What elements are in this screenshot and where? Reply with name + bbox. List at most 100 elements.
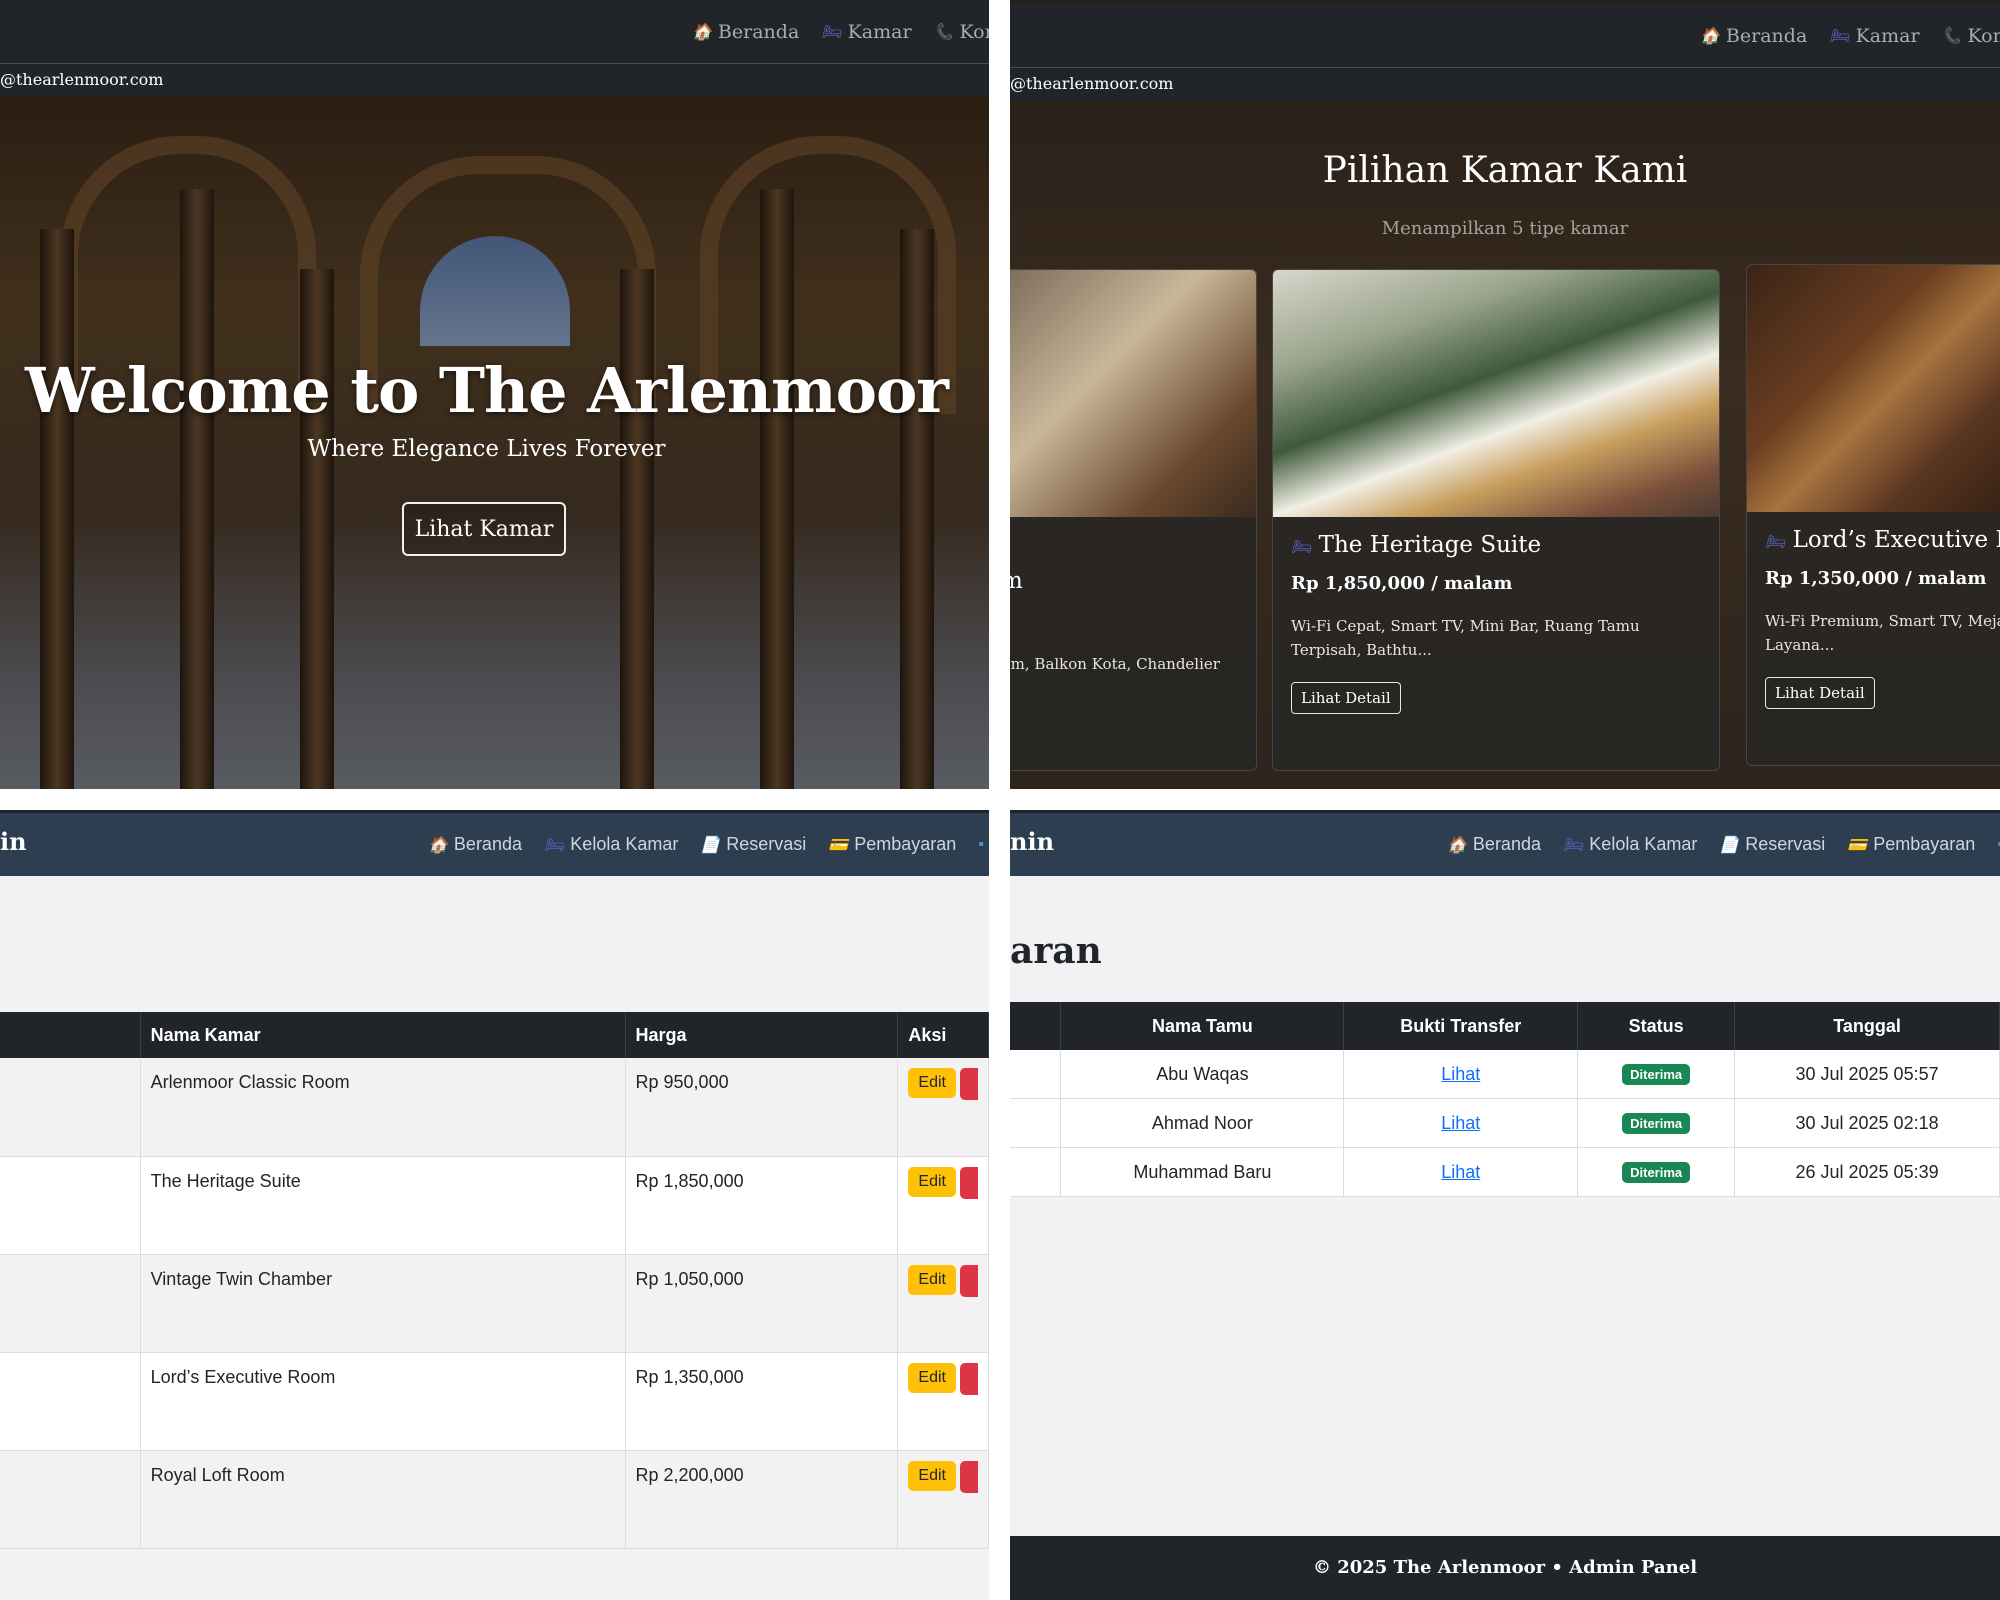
nav-beranda-link[interactable]: 🏠 Beranda (692, 21, 799, 43)
table-cell (0, 1254, 141, 1353)
admin-navbar: nin 🏠 Beranda 🛏 Kelola Kamar 📄 Reservasi 💳 P… (1010, 810, 2000, 876)
room-name-cell: Royal Loft Room (140, 1450, 626, 1549)
view-proof-link[interactable]: Lihat (1441, 1162, 1480, 1182)
nav-beranda-link[interactable]: 🏠 Beranda (1447, 834, 1541, 855)
room-name: 🛏 The Heritage Suite (1291, 532, 1541, 558)
edit-button[interactable]: Edit (908, 1166, 956, 1197)
table-header-row: Nama Tamu Bukti Transfer Status Tanggal (1010, 1002, 2000, 1050)
edit-button[interactable]: Edit (908, 1460, 956, 1491)
room-photo (1747, 265, 2000, 512)
hero-subtitle: Where Elegance Lives Forever (307, 436, 666, 462)
guest-name-cell: Abu Waqas (1060, 1050, 1345, 1099)
date-cell: 26 Jul 2025 05:39 (1734, 1147, 2000, 1197)
date-cell: 30 Jul 2025 02:18 (1734, 1098, 2000, 1148)
hero-title: Welcome to The Arlenmoor (25, 354, 949, 427)
phone-icon: 📞 (933, 22, 954, 41)
actions-cell: Edit (897, 1156, 989, 1255)
hero-page-panel: 🏠Beranda 🛏Kamar 📞Konta @thearlenmoor.com… (0, 0, 989, 789)
edit-button[interactable]: Edit (908, 1068, 956, 1098)
nav-kontak-link[interactable]: 📞Kontak (1942, 25, 2000, 47)
column-header: Aksi (897, 1012, 989, 1058)
actions-cell: Edit (897, 1450, 989, 1549)
edit-button[interactable]: Edit (908, 1362, 956, 1393)
table-header-row: Nama Kamar Harga Aksi (0, 1012, 989, 1058)
overflow-icon: ▪ (978, 835, 984, 853)
table-row: Arlenmoor Classic Room Rp 950,000 Edit (0, 1058, 989, 1157)
table-row: Lord’s Executive Room Rp 1,350,000 Edit (0, 1352, 989, 1451)
delete-button[interactable] (959, 1264, 978, 1297)
nav-kamar-link[interactable]: 🛏 Kamar (1829, 25, 1919, 47)
room-photo (1010, 270, 1256, 517)
room-name-cell: Lord’s Executive Room (140, 1352, 626, 1451)
view-proof-link[interactable]: Lihat (1441, 1113, 1480, 1133)
room-name-cell: The Heritage Suite (140, 1156, 626, 1255)
delete-button[interactable] (959, 1166, 978, 1199)
edit-button[interactable]: Edit (908, 1264, 956, 1295)
guest-name-cell: Muhammad Baru (1060, 1147, 1345, 1197)
actions-cell: Edit (897, 1058, 989, 1157)
table-cell (1010, 1050, 1062, 1099)
proof-cell: Lihat (1343, 1050, 1579, 1099)
table-cell (0, 1352, 141, 1451)
guest-name-cell: Ahmad Noor (1060, 1098, 1345, 1148)
rooms-page-panel: 🏠Beranda 🛏Kamar 📞Kontak @thearlenmoor.co… (1010, 0, 2000, 789)
room-name: m (1010, 568, 1023, 594)
room-card: 🛏 Lord’s Executive Ro Rp 1,350,000 / mal… (1746, 264, 2000, 766)
proof-cell: Lihat (1343, 1147, 1579, 1197)
nav-pembayaran-link[interactable]: 💳 Pembayaran (1847, 834, 1975, 855)
rooms-title: Pilihan Kamar Kami (1322, 150, 1688, 191)
admin-navbar: in 🏠 Beranda 🛏 Kelola Kamar 📄 Reservasi 💳 Pe… (0, 810, 989, 876)
nav-kelola-kamar-link[interactable]: 🛏 Kelola Kamar (1563, 834, 1697, 855)
table-cell (1010, 1098, 1062, 1148)
memo-icon: 📄 (700, 836, 721, 854)
nav-reservasi-link[interactable]: 📄 Reservasi (1719, 834, 1825, 855)
nav-kelola-kamar-link[interactable]: 🛏 Kelola Kamar (544, 834, 678, 855)
bed-icon: 🛏 (821, 22, 842, 41)
house-icon: 🏠 (1700, 26, 1720, 45)
room-facilities: um, Balkon Kota, Chandelier (1010, 655, 1220, 673)
admin-brand[interactable]: in (0, 827, 27, 856)
page-title: aran (1010, 930, 1102, 972)
nav-beranda-link[interactable]: 🏠 Beranda (1700, 25, 1807, 47)
delete-button[interactable] (959, 1460, 978, 1493)
admin-brand[interactable]: nin (1010, 827, 1054, 856)
delete-button[interactable] (959, 1362, 978, 1395)
view-detail-button[interactable]: Lihat Detail (1291, 682, 1401, 714)
column-header: Harga (625, 1012, 899, 1058)
table-cell (1010, 1147, 1062, 1197)
date-cell: 30 Jul 2025 05:57 (1734, 1050, 2000, 1099)
rooms-subtitle: Menampilkan 5 tipe kamar (1381, 218, 1629, 239)
delete-button[interactable] (959, 1068, 978, 1100)
view-rooms-button[interactable]: Lihat Kamar (402, 502, 566, 556)
room-price-cell: Rp 1,350,000 (625, 1352, 899, 1451)
room-price-cell: Rp 2,200,000 (625, 1450, 899, 1549)
nav-kamar-link[interactable]: 🛏 Kamar (821, 21, 911, 43)
room-name: 🛏 Lord’s Executive Ro (1765, 527, 2000, 553)
nav-reservasi-link[interactable]: 📄 Reservasi (700, 834, 806, 855)
email-bar: @thearlenmoor.com (1010, 68, 2000, 100)
nav-kontak-link[interactable]: 📞Konta (934, 21, 989, 43)
nav-pembayaran-link[interactable]: 💳 Pembayaran (828, 834, 956, 855)
nav-beranda-link[interactable]: 🏠 Beranda (428, 834, 522, 855)
room-name-text: The Heritage Suite (1318, 532, 1542, 558)
room-price: Rp 1,850,000 / malam (1291, 573, 1513, 594)
table-row: Royal Loft Room Rp 2,200,000 Edit (0, 1450, 989, 1549)
admin-rooms-panel: in 🏠 Beranda 🛏 Kelola Kamar 📄 Reservasi 💳 Pe… (0, 810, 989, 1600)
table-row: Vintage Twin Chamber Rp 1,050,000 Edit (0, 1254, 989, 1353)
room-price: Rp 1,350,000 / malam (1765, 568, 1987, 589)
status-cell: Diterima (1577, 1098, 1736, 1148)
nav-links: 🏠Beranda 🛏Kamar 📞Kontak (1700, 4, 2000, 67)
actions-cell: Edit (897, 1352, 989, 1451)
footer: © 2025 The Arlenmoor • Admin Panel (1010, 1536, 2000, 1600)
table-cell (0, 1058, 141, 1157)
view-proof-link[interactable]: Lihat (1441, 1064, 1480, 1084)
room-price-cell: Rp 1,050,000 (625, 1254, 899, 1353)
table-row: Abu Waqas Lihat Diterima 30 Jul 2025 05:… (1010, 1050, 2000, 1099)
nav-more-link[interactable]: ▪ (978, 836, 984, 854)
admin-nav-links: 🏠 Beranda 🛏 Kelola Kamar 📄 Reservasi 💳 Pemba… (428, 813, 984, 876)
bed-icon: 🛏 (543, 836, 565, 854)
column-header (0, 1012, 141, 1058)
view-detail-button[interactable]: Lihat Detail (1765, 677, 1875, 709)
bed-icon: 🛏 (1829, 26, 1850, 45)
house-icon: 🏠 (428, 836, 448, 854)
